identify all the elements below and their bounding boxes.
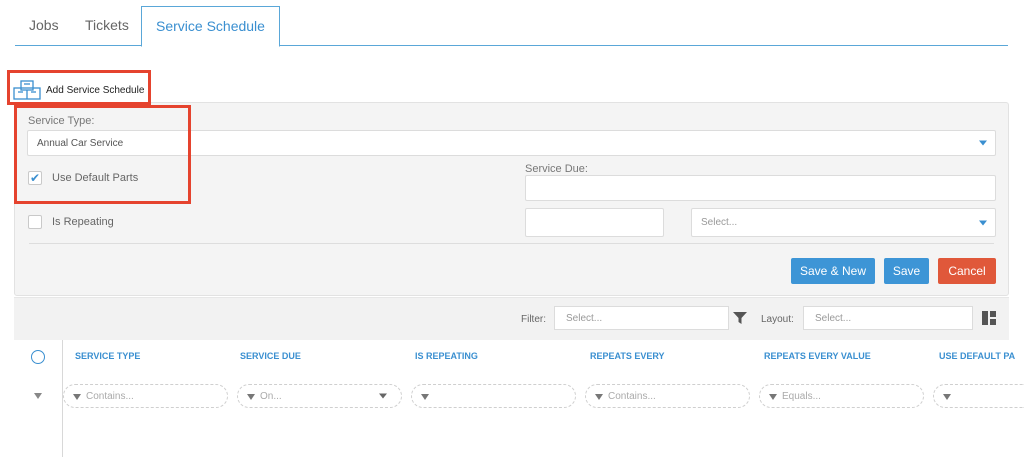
service-type-select[interactable]: Annual Car Service xyxy=(27,130,996,156)
tab-tickets[interactable]: Tickets xyxy=(71,6,143,46)
repeat-value-input[interactable] xyxy=(525,208,664,237)
chevron-down-icon xyxy=(379,393,387,399)
filter-funnel-icon[interactable] xyxy=(733,311,747,325)
filter-cell-service-type[interactable]: Contains... xyxy=(63,384,228,408)
layout-select[interactable]: Select... xyxy=(803,306,973,330)
tab-jobs[interactable]: Jobs xyxy=(15,6,73,46)
filter-cell-repeats-every[interactable]: Contains... xyxy=(585,384,750,408)
service-due-input[interactable] xyxy=(525,175,996,201)
filter-select[interactable]: Select... xyxy=(554,306,729,330)
column-header-service-due[interactable]: SERVICE DUE xyxy=(240,351,301,361)
save-button[interactable]: Save xyxy=(884,258,929,284)
use-default-parts-label: Use Default Parts xyxy=(52,172,139,184)
checkmark-icon: ✔ xyxy=(28,171,42,185)
add-schedule-icon xyxy=(13,80,41,100)
filter-cell-service-due[interactable]: On... xyxy=(237,384,402,408)
cancel-button[interactable]: Cancel xyxy=(938,258,996,284)
grid-toolbar: Filter: Select... Layout: Select... xyxy=(14,297,1009,340)
add-service-schedule-label: Add Service Schedule xyxy=(46,84,145,96)
service-schedule-form: Service Type: Annual Car Service ✔ Use D… xyxy=(14,102,1009,296)
column-header-repeats-every-value[interactable]: REPEATS EVERY VALUE xyxy=(764,351,871,361)
column-header-use-default-parts[interactable]: USE DEFAULT PA xyxy=(939,351,1015,361)
select-all-checkbox[interactable] xyxy=(31,350,45,364)
funnel-icon xyxy=(769,394,777,400)
column-header-repeats-every[interactable]: REPEATS EVERY xyxy=(590,351,665,361)
repeat-unit-select[interactable]: Select... xyxy=(691,208,996,237)
add-service-schedule-button[interactable]: Add Service Schedule xyxy=(13,79,144,101)
service-type-label: Service Type: xyxy=(28,115,95,127)
is-repeating-label: Is Repeating xyxy=(52,216,114,228)
funnel-icon xyxy=(943,394,951,400)
column-header-is-repeating[interactable]: IS REPEATING xyxy=(415,351,478,361)
layout-label: Layout: xyxy=(761,314,794,325)
funnel-icon xyxy=(421,394,429,400)
service-due-label: Service Due: xyxy=(525,163,588,175)
row-filter-icon[interactable] xyxy=(34,393,42,399)
filter-label: Filter: xyxy=(521,314,546,325)
filter-cell-is-repeating[interactable] xyxy=(411,384,576,408)
filter-cell-repeats-every-value[interactable]: Equals... xyxy=(759,384,924,408)
checkbox-empty-icon xyxy=(28,215,42,229)
chevron-down-icon xyxy=(979,220,987,225)
use-default-parts-checkbox[interactable]: ✔ Use Default Parts xyxy=(28,171,138,185)
funnel-icon xyxy=(595,394,603,400)
form-divider xyxy=(29,243,994,244)
layout-grid-icon[interactable] xyxy=(982,311,996,325)
filter-cell-use-default-parts[interactable] xyxy=(933,384,1024,408)
is-repeating-checkbox[interactable]: Is Repeating xyxy=(28,215,114,229)
column-header-service-type[interactable]: SERVICE TYPE xyxy=(75,351,140,361)
save-and-new-button[interactable]: Save & New xyxy=(791,258,875,284)
service-type-value: Annual Car Service xyxy=(37,137,124,149)
tab-service-schedule[interactable]: Service Schedule xyxy=(141,6,280,47)
funnel-icon xyxy=(73,394,81,400)
tab-bar: Jobs Tickets Service Schedule xyxy=(15,6,1008,47)
chevron-down-icon xyxy=(979,140,987,146)
funnel-icon xyxy=(247,394,255,400)
